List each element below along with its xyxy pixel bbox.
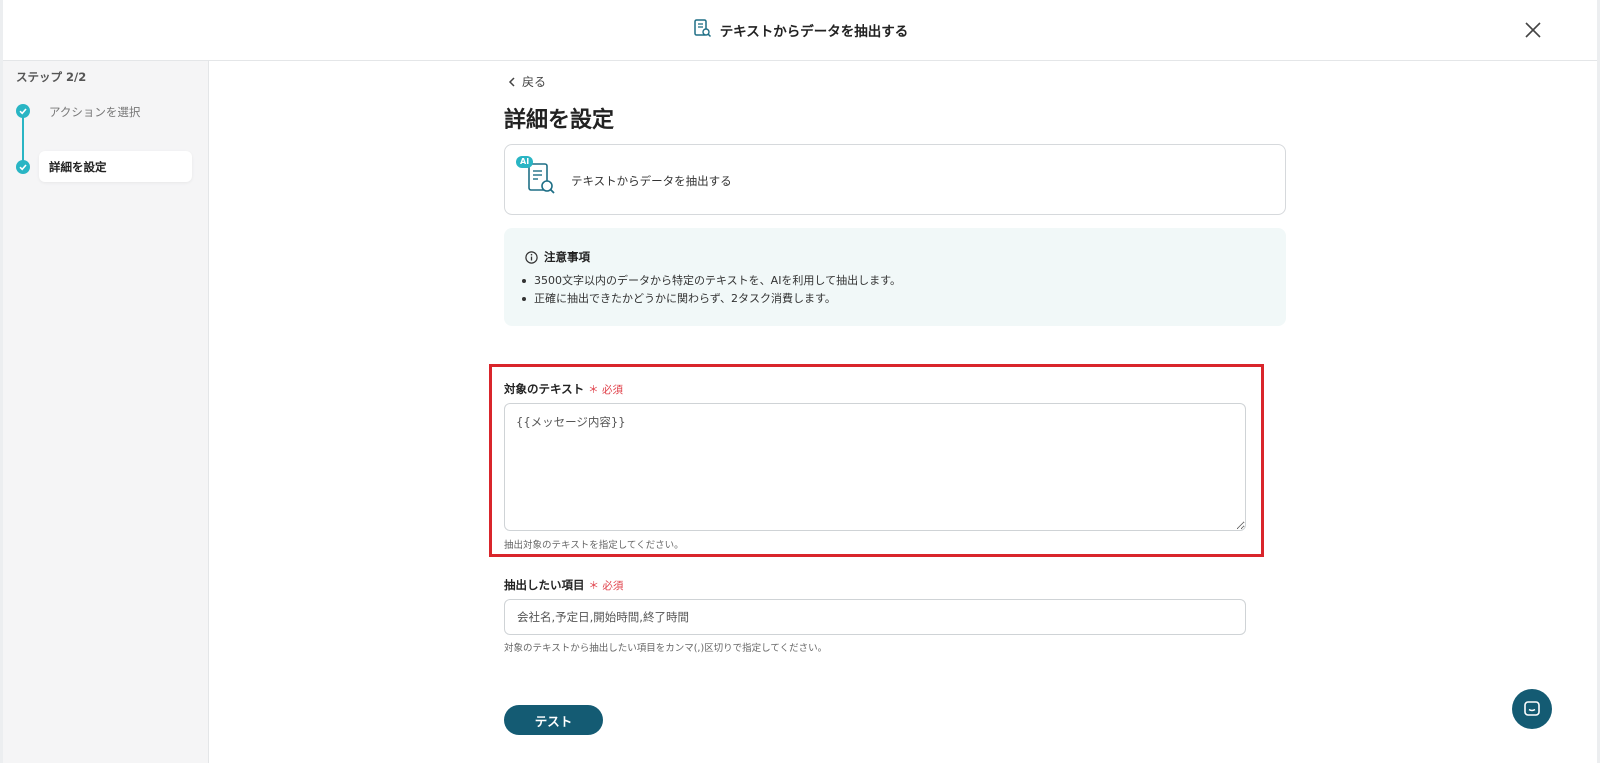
sidebar-step-select-action[interactable]: アクションを選択: [49, 104, 140, 120]
ai-extract-icon: AI: [515, 155, 559, 199]
test-button[interactable]: テスト: [504, 705, 603, 735]
sidebar: ステップ 2/2 アクションを選択 詳細を設定: [3, 61, 209, 763]
chat-button[interactable]: [1512, 689, 1552, 729]
step-connector: [22, 113, 24, 167]
header: テキストからデータを抽出する: [3, 0, 1597, 61]
close-icon: [1525, 22, 1541, 38]
required-badge: ＊ 必須: [588, 383, 623, 396]
notice-item: 正確に抽出できたかどうかに関わらず、2タスク消費します。: [522, 290, 901, 308]
back-label: 戻る: [522, 75, 547, 89]
notice-title-text: 注意事項: [544, 250, 590, 264]
action-card: AI テキストからデータを抽出する: [504, 144, 1286, 215]
notice-title: 注意事項: [525, 249, 590, 265]
header-title: テキストからデータを抽出する: [719, 24, 909, 40]
field-label-text: 抽出したい項目: [504, 578, 585, 592]
back-link[interactable]: 戻る: [508, 73, 546, 90]
step-counter: ステップ 2/2: [16, 70, 87, 84]
target-text-textarea[interactable]: {{メッセージ内容}}: [504, 403, 1246, 531]
app-window: テキストからデータを抽出する ステップ 2/2 アクションを選択 詳細を設定 戻…: [3, 0, 1597, 763]
notice-list: 3500文字以内のデータから特定のテキストを、AIを利用して抽出します。 正確に…: [522, 272, 901, 308]
chat-icon: [1524, 701, 1540, 716]
sidebar-step-label: 詳細を設定: [49, 159, 107, 174]
close-button[interactable]: [1521, 18, 1545, 42]
action-label: テキストからデータを抽出する: [571, 174, 732, 188]
info-icon: [525, 250, 538, 264]
header-title-group: テキストからデータを抽出する: [692, 18, 909, 42]
page-title: 詳細を設定: [504, 108, 615, 133]
document-search-icon: [692, 18, 712, 42]
sidebar-step-configure[interactable]: 詳細を設定: [39, 151, 192, 182]
step-check-icon: [16, 160, 30, 174]
required-badge: ＊ 必須: [588, 579, 624, 592]
ai-badge: AI: [520, 157, 530, 166]
target-text-helper: 抽出対象のテキストを指定してください。: [504, 540, 684, 551]
field-label-text: 対象のテキスト: [504, 382, 585, 396]
extract-items-input[interactable]: [504, 599, 1246, 635]
chevron-left-icon: [508, 76, 515, 87]
target-text-label: 対象のテキスト ＊ 必須: [504, 381, 623, 397]
extract-items-helper: 対象のテキストから抽出したい項目をカンマ(,)区切りで指定してください。: [504, 643, 828, 654]
step-check-icon: [16, 104, 30, 118]
extract-items-label: 抽出したい項目 ＊ 必須: [504, 577, 623, 593]
notice-item: 3500文字以内のデータから特定のテキストを、AIを利用して抽出します。: [522, 272, 901, 290]
notice-box: 注意事項 3500文字以内のデータから特定のテキストを、AIを利用して抽出します…: [504, 228, 1286, 326]
